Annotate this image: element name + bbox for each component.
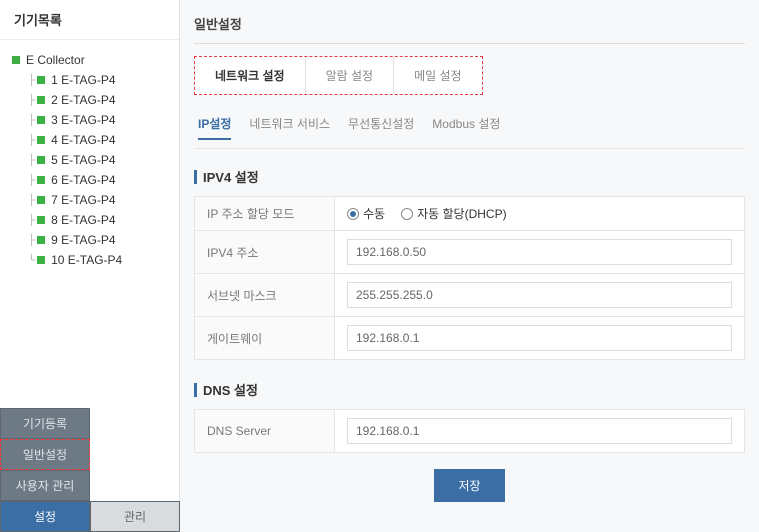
subtab-wireless[interactable]: 무선통신설정 xyxy=(348,115,414,140)
ip-mode-radio-group: 수동 자동 할당(DHCP) xyxy=(347,205,732,222)
radio-icon xyxy=(401,208,413,220)
radio-dhcp[interactable]: 자동 할당(DHCP) xyxy=(401,205,507,222)
tab-mail-settings[interactable]: 메일 설정 xyxy=(394,57,482,94)
status-icon xyxy=(37,116,45,124)
section-bar-icon xyxy=(194,383,197,397)
tree-item-label: 9 E-TAG-P4 xyxy=(51,233,115,247)
radio-manual-label: 수동 xyxy=(363,205,385,222)
gateway-label: 게이트웨이 xyxy=(195,317,335,360)
ipv4-addr-label: IPV4 주소 xyxy=(195,231,335,274)
tree-line-icon: ├ xyxy=(28,235,35,246)
ip-mode-label: IP 주소 할당 모드 xyxy=(195,197,335,231)
status-icon xyxy=(37,196,45,204)
section-dns-title: DNS 설정 xyxy=(194,374,745,409)
tree-item[interactable]: ├ 2 E-TAG-P4 xyxy=(8,90,171,110)
tree-item-label: 5 E-TAG-P4 xyxy=(51,153,115,167)
subtab-network-service[interactable]: 네트워크 서비스 xyxy=(249,115,330,140)
tree-item[interactable]: └ 10 E-TAG-P4 xyxy=(8,250,171,270)
section-bar-icon xyxy=(194,170,197,184)
tree-line-icon: ├ xyxy=(28,155,35,166)
tree-line-icon: ├ xyxy=(28,135,35,146)
radio-icon xyxy=(347,208,359,220)
tree-line-icon: └ xyxy=(28,255,35,266)
subnet-label: 서브넷 마스크 xyxy=(195,274,335,317)
status-icon xyxy=(12,56,20,64)
tree-item[interactable]: ├ 4 E-TAG-P4 xyxy=(8,130,171,150)
tree-line-icon: ├ xyxy=(28,175,35,186)
save-button[interactable]: 저장 xyxy=(434,469,504,502)
main-panel: 일반설정 네트워크 설정 알람 설정 메일 설정 IP설정 네트워크 서비스 무… xyxy=(180,0,759,532)
tree-item-label: 6 E-TAG-P4 xyxy=(51,173,115,187)
status-icon xyxy=(37,96,45,104)
section-ipv4-label: IPV4 설정 xyxy=(203,167,259,186)
radio-manual[interactable]: 수동 xyxy=(347,205,385,222)
tree-item[interactable]: ├ 1 E-TAG-P4 xyxy=(8,70,171,90)
tree-line-icon: ├ xyxy=(28,95,35,106)
bottom-nav: 기기등록 일반설정 사용자 관리 설정 관리 xyxy=(0,408,180,532)
tree-item-label: 4 E-TAG-P4 xyxy=(51,133,115,147)
tree-item[interactable]: ├ 6 E-TAG-P4 xyxy=(8,170,171,190)
sub-tabs: IP설정 네트워크 서비스 무선통신설정 Modbus 설정 xyxy=(194,109,745,149)
subtab-modbus[interactable]: Modbus 설정 xyxy=(432,115,500,140)
tree-item-label: 3 E-TAG-P4 xyxy=(51,113,115,127)
tab-network-settings[interactable]: 네트워크 설정 xyxy=(195,57,306,94)
dns-server-label: DNS Server xyxy=(195,410,335,453)
subtab-ip[interactable]: IP설정 xyxy=(198,115,231,140)
nav-settings[interactable]: 설정 xyxy=(0,501,90,532)
section-ipv4-title: IPV4 설정 xyxy=(194,161,745,196)
nav-user-mgmt[interactable]: 사용자 관리 xyxy=(0,470,90,501)
tree-line-icon: ├ xyxy=(28,115,35,126)
tree-line-icon: ├ xyxy=(28,215,35,226)
tree-item[interactable]: ├ 8 E-TAG-P4 xyxy=(8,210,171,230)
tree-item-label: 1 E-TAG-P4 xyxy=(51,73,115,87)
gateway-input[interactable] xyxy=(347,325,732,351)
subnet-input[interactable] xyxy=(347,282,732,308)
nav-device-register[interactable]: 기기등록 xyxy=(0,408,90,439)
section-dns-label: DNS 설정 xyxy=(203,380,258,399)
tree-item[interactable]: ├ 5 E-TAG-P4 xyxy=(8,150,171,170)
tab-alarm-settings[interactable]: 알람 설정 xyxy=(306,57,395,94)
tree-item-label: 10 E-TAG-P4 xyxy=(51,253,122,267)
status-icon xyxy=(37,256,45,264)
status-icon xyxy=(37,216,45,224)
tree-root[interactable]: E Collector xyxy=(8,50,171,70)
tree-item[interactable]: ├ 9 E-TAG-P4 xyxy=(8,230,171,250)
status-icon xyxy=(37,136,45,144)
tree-root-label: E Collector xyxy=(26,53,85,67)
tree-item[interactable]: ├ 3 E-TAG-P4 xyxy=(8,110,171,130)
status-icon xyxy=(37,236,45,244)
status-icon xyxy=(37,156,45,164)
tree-item-label: 2 E-TAG-P4 xyxy=(51,93,115,107)
dns-server-input[interactable] xyxy=(347,418,732,444)
nav-general-settings[interactable]: 일반설정 xyxy=(0,439,90,470)
status-icon xyxy=(37,176,45,184)
top-tabs: 네트워크 설정 알람 설정 메일 설정 xyxy=(194,56,483,95)
tree-line-icon: ├ xyxy=(28,195,35,206)
nav-manage[interactable]: 관리 xyxy=(90,501,180,532)
tree-line-icon: ├ xyxy=(28,75,35,86)
tree-item-label: 7 E-TAG-P4 xyxy=(51,193,115,207)
tree-item-label: 8 E-TAG-P4 xyxy=(51,213,115,227)
tree-item[interactable]: ├ 7 E-TAG-P4 xyxy=(8,190,171,210)
ipv4-addr-input[interactable] xyxy=(347,239,732,265)
sidebar-header: 기기목록 xyxy=(0,0,179,40)
ipv4-form: IP 주소 할당 모드 수동 자동 할당(DHCP) I xyxy=(194,196,745,360)
sidebar: 기기목록 E Collector ├ 1 E-TAG-P4 ├ 2 E-TAG-P4… xyxy=(0,0,180,532)
dns-form: DNS Server xyxy=(194,409,745,453)
status-icon xyxy=(37,76,45,84)
radio-dhcp-label: 자동 할당(DHCP) xyxy=(417,205,507,222)
page-title: 일반설정 xyxy=(194,10,745,44)
